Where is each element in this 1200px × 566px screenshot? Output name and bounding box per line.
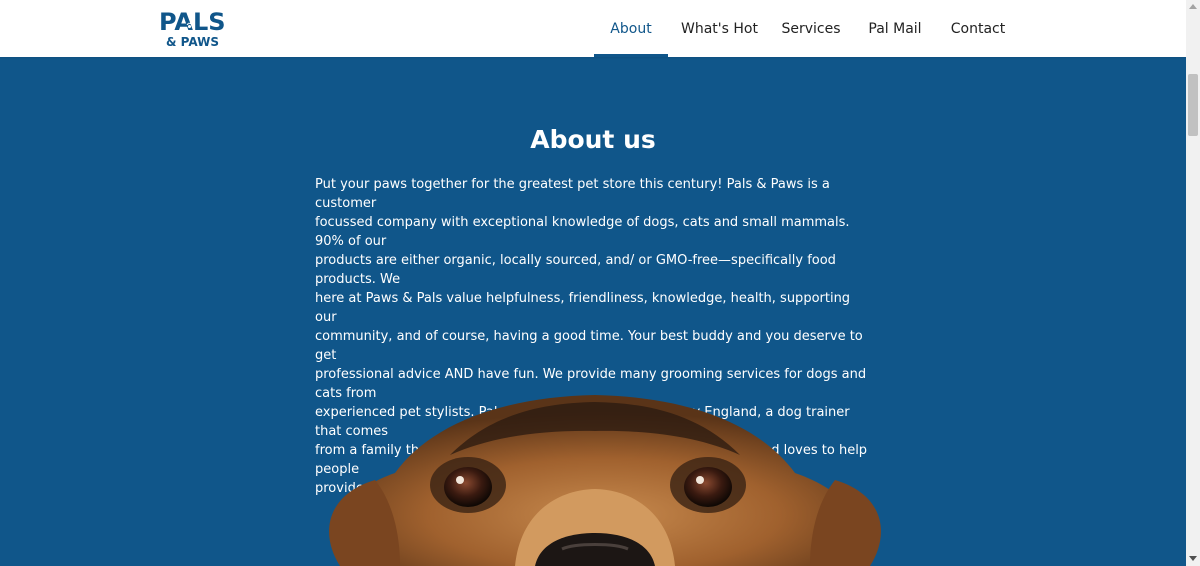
active-nav-indicator [594, 54, 668, 57]
scroll-down-arrow-icon[interactable] [1189, 556, 1197, 561]
top-navbar: PALS & PAWS About What's Hot Services Pa… [0, 0, 1186, 57]
scrollbar-thumb[interactable] [1188, 74, 1198, 136]
scroll-up-arrow-icon[interactable] [1189, 4, 1197, 9]
nav-item-contact[interactable]: Contact [949, 0, 1007, 57]
nav-item-about[interactable]: About [606, 0, 656, 57]
nav-item-whats-hot[interactable]: What's Hot [681, 0, 758, 57]
nav-item-services[interactable]: Services [780, 0, 842, 57]
dog-face-image [329, 395, 881, 566]
logo-wordmark-bottom: & PAWS [166, 35, 219, 49]
paw-print-icon [186, 22, 193, 29]
pals-and-paws-logo[interactable]: PALS & PAWS [159, 8, 226, 52]
page-scrollbar[interactable] [1186, 0, 1200, 566]
page-title: About us [530, 125, 656, 154]
page: PALS & PAWS About What's Hot Services Pa… [0, 0, 1186, 566]
nav-item-pal-mail[interactable]: Pal Mail [868, 0, 922, 57]
